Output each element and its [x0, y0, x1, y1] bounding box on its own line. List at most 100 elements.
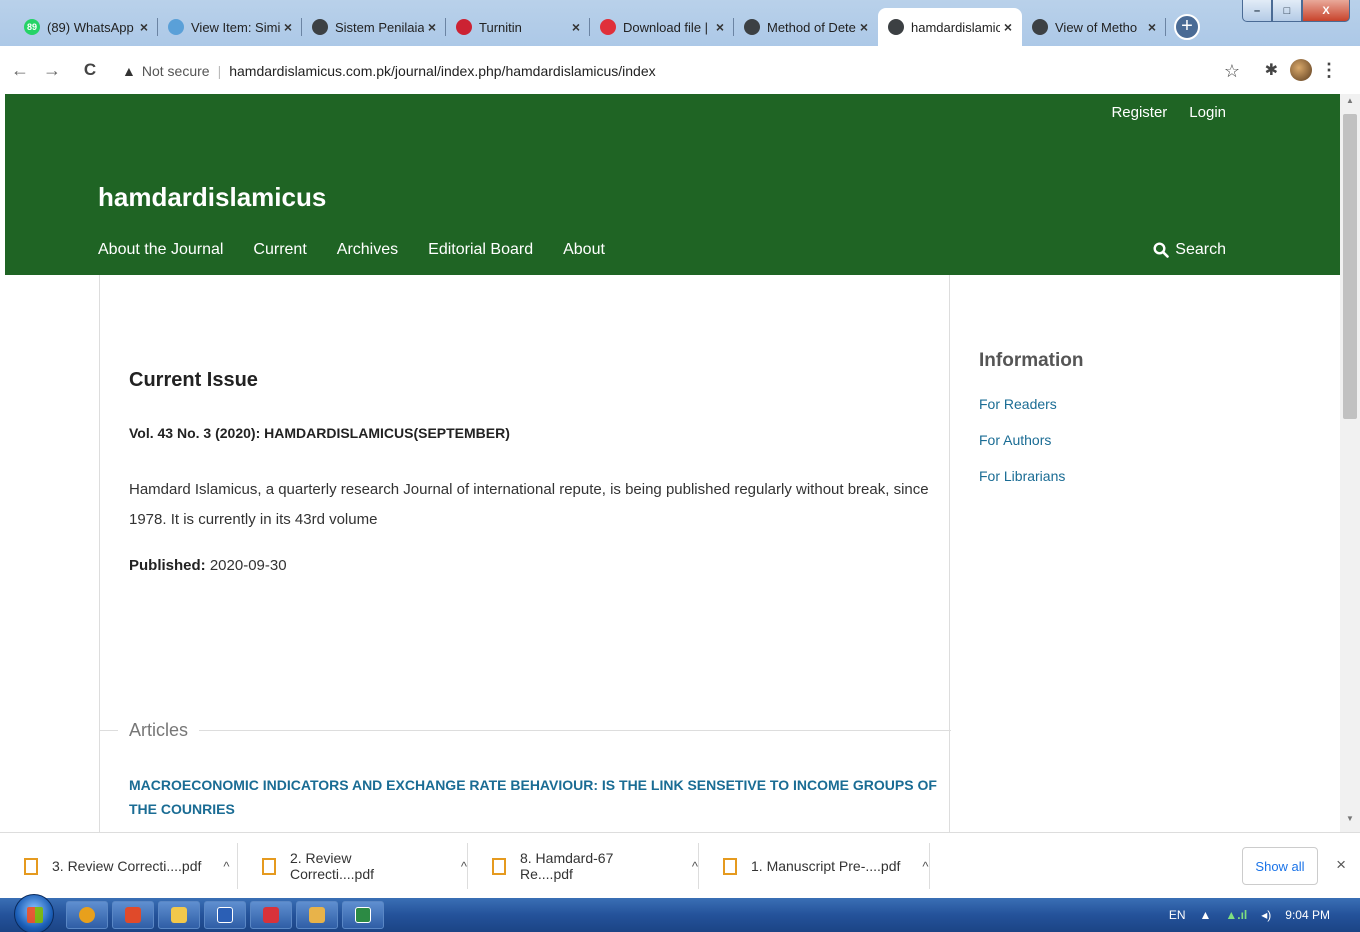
- address-bar[interactable]: ▲ Not secure | hamdardislamicus.com.pk/j…: [112, 56, 1252, 86]
- tab-title: hamdardislamic: [911, 19, 1000, 35]
- show-all-button[interactable]: Show all: [1242, 847, 1318, 885]
- globe-icon: [888, 19, 904, 35]
- for-readers-link[interactable]: For Readers: [979, 396, 1057, 412]
- notes-app-icon[interactable]: [296, 901, 338, 929]
- volume-icon[interactable]: ◂): [1261, 908, 1271, 922]
- nav-current[interactable]: Current: [253, 241, 306, 259]
- download-filename: 2. Review Correcti....pdf: [289, 850, 374, 882]
- download-item[interactable]: 1. Manuscript Pre-....pdf ^: [699, 843, 930, 889]
- maximize-button[interactable]: □: [1272, 0, 1302, 22]
- tab-method-of-detection[interactable]: Method of Dete ×: [734, 8, 878, 46]
- section-divider: [100, 730, 951, 731]
- nav-about-the-journal[interactable]: About the Journal: [98, 241, 223, 259]
- for-librarians-link[interactable]: For Librarians: [979, 468, 1065, 484]
- page-scrollbar[interactable]: ▲ ▼: [1340, 94, 1360, 832]
- tab-close-icon[interactable]: ×: [428, 19, 436, 35]
- browser-toolbar: ← → C ▲ Not secure | hamdardislamicus.co…: [0, 46, 1360, 94]
- tray-expand-icon[interactable]: ▲: [1199, 908, 1211, 922]
- login-link[interactable]: Login: [1189, 104, 1226, 121]
- search-link[interactable]: Search: [1153, 241, 1226, 259]
- turnitin-icon: [456, 19, 472, 35]
- main-content: Current Issue Vol. 43 No. 3 (2020): HAMD…: [99, 275, 951, 832]
- security-label[interactable]: Not secure: [142, 63, 210, 79]
- tab-turnitin[interactable]: Turnitin ×: [446, 8, 590, 46]
- download-item[interactable]: 2. Review Correcti....pdf ^: [238, 843, 468, 889]
- forward-button[interactable]: →: [40, 60, 64, 81]
- site-header: Register Login hamdardislamicus About th…: [5, 94, 1340, 275]
- tab-close-icon[interactable]: ×: [716, 19, 724, 35]
- close-icon[interactable]: ×: [1336, 855, 1346, 875]
- bookmark-star-icon[interactable]: ☆: [1224, 61, 1240, 82]
- windows-taskbar: EN ▲ ▲.ıl ◂) 9:04 PM: [0, 894, 1360, 932]
- nav-editorial-board[interactable]: Editorial Board: [428, 241, 533, 259]
- tab-close-icon[interactable]: ×: [140, 19, 148, 35]
- explorer-app-icon[interactable]: [158, 901, 200, 929]
- window-close-button[interactable]: X: [1302, 0, 1350, 22]
- tab-title: Turnitin: [479, 19, 522, 35]
- download-item[interactable]: 3. Review Correcti....pdf ^: [0, 843, 238, 889]
- pdf-file-icon: [262, 857, 276, 875]
- acrobat-app-icon[interactable]: [112, 901, 154, 929]
- back-button[interactable]: ←: [8, 60, 32, 81]
- tab-close-icon[interactable]: ×: [1004, 19, 1012, 35]
- register-link[interactable]: Register: [1111, 104, 1167, 121]
- chevron-up-icon[interactable]: ^: [223, 859, 229, 874]
- url-text[interactable]: hamdardislamicus.com.pk/journal/index.ph…: [229, 63, 655, 79]
- tab-hamdardislamicus[interactable]: hamdardislamic ×: [878, 8, 1022, 46]
- tab-title: (89) WhatsApp: [47, 19, 134, 35]
- tab-whatsapp[interactable]: 89 (89) WhatsApp ×: [14, 8, 158, 46]
- tab-close-icon[interactable]: ×: [572, 19, 580, 35]
- chevron-up-icon[interactable]: ^: [692, 859, 698, 874]
- chevron-up-icon[interactable]: ^: [922, 859, 928, 874]
- tab-list: 89 (89) WhatsApp × View Item: Simi × Sis…: [14, 8, 1166, 46]
- published-label: Published:: [129, 557, 206, 574]
- pdf-file-icon: [24, 857, 38, 875]
- clock[interactable]: 9:04 PM: [1285, 908, 1330, 922]
- tab-title: View of Metho: [1055, 19, 1138, 35]
- published-info: Published: 2020-09-30: [129, 557, 287, 574]
- tab-close-icon[interactable]: ×: [1148, 19, 1156, 35]
- search-label: Search: [1175, 241, 1226, 258]
- whatsapp-icon: 89: [24, 19, 40, 35]
- tab-title: View Item: Simi: [191, 19, 280, 35]
- heart-icon: [600, 19, 616, 35]
- user-nav: Register Login: [1111, 104, 1226, 121]
- nav-about[interactable]: About: [563, 241, 605, 259]
- reload-button[interactable]: C: [78, 60, 102, 80]
- network-icon[interactable]: ▲.ıl: [1225, 908, 1247, 922]
- tab-view-item[interactable]: View Item: Simi ×: [158, 8, 302, 46]
- repository-icon: [168, 19, 184, 35]
- minimize-button[interactable]: –: [1242, 0, 1272, 22]
- scroll-up-icon[interactable]: ▲: [1340, 96, 1360, 112]
- sidebar-heading: Information: [979, 350, 1084, 371]
- scrollbar-thumb[interactable]: [1343, 114, 1357, 419]
- globe-icon: [744, 19, 760, 35]
- profile-avatar[interactable]: [1290, 59, 1312, 81]
- article-title-link[interactable]: MACROECONOMIC INDICATORS AND EXCHANGE RA…: [129, 773, 939, 821]
- tab-view-of-method[interactable]: View of Metho ×: [1022, 8, 1166, 46]
- pdf-reader-app-icon[interactable]: [250, 901, 292, 929]
- excel-app-icon[interactable]: [342, 901, 384, 929]
- browser-menu-icon[interactable]: ⋮: [1320, 60, 1338, 81]
- extensions-icon[interactable]: ✱: [1265, 60, 1278, 80]
- tab-title: Sistem Penilaian: [335, 19, 424, 35]
- download-item[interactable]: 8. Hamdard-67 Re....pdf ^: [468, 843, 699, 889]
- tab-close-icon[interactable]: ×: [860, 19, 868, 35]
- scroll-down-icon[interactable]: ▼: [1340, 814, 1360, 830]
- language-indicator[interactable]: EN: [1169, 908, 1186, 922]
- for-authors-link[interactable]: For Authors: [979, 432, 1051, 448]
- warning-icon[interactable]: ▲: [122, 63, 136, 79]
- site-name[interactable]: hamdardislamicus: [98, 182, 326, 213]
- tab-close-icon[interactable]: ×: [284, 19, 292, 35]
- window-controls: – □ X: [1242, 0, 1350, 22]
- tab-download-file[interactable]: Download file | ×: [590, 8, 734, 46]
- start-button[interactable]: [14, 894, 54, 932]
- new-tab-button[interactable]: +: [1174, 14, 1200, 40]
- nav-archives[interactable]: Archives: [337, 241, 398, 259]
- chevron-up-icon[interactable]: ^: [461, 859, 467, 874]
- page-title: Current Issue: [129, 369, 258, 391]
- tab-sistem-penilaian[interactable]: Sistem Penilaian ×: [302, 8, 446, 46]
- word-app-icon[interactable]: [204, 901, 246, 929]
- globe-icon: [1032, 19, 1048, 35]
- chrome-app-icon[interactable]: [66, 901, 108, 929]
